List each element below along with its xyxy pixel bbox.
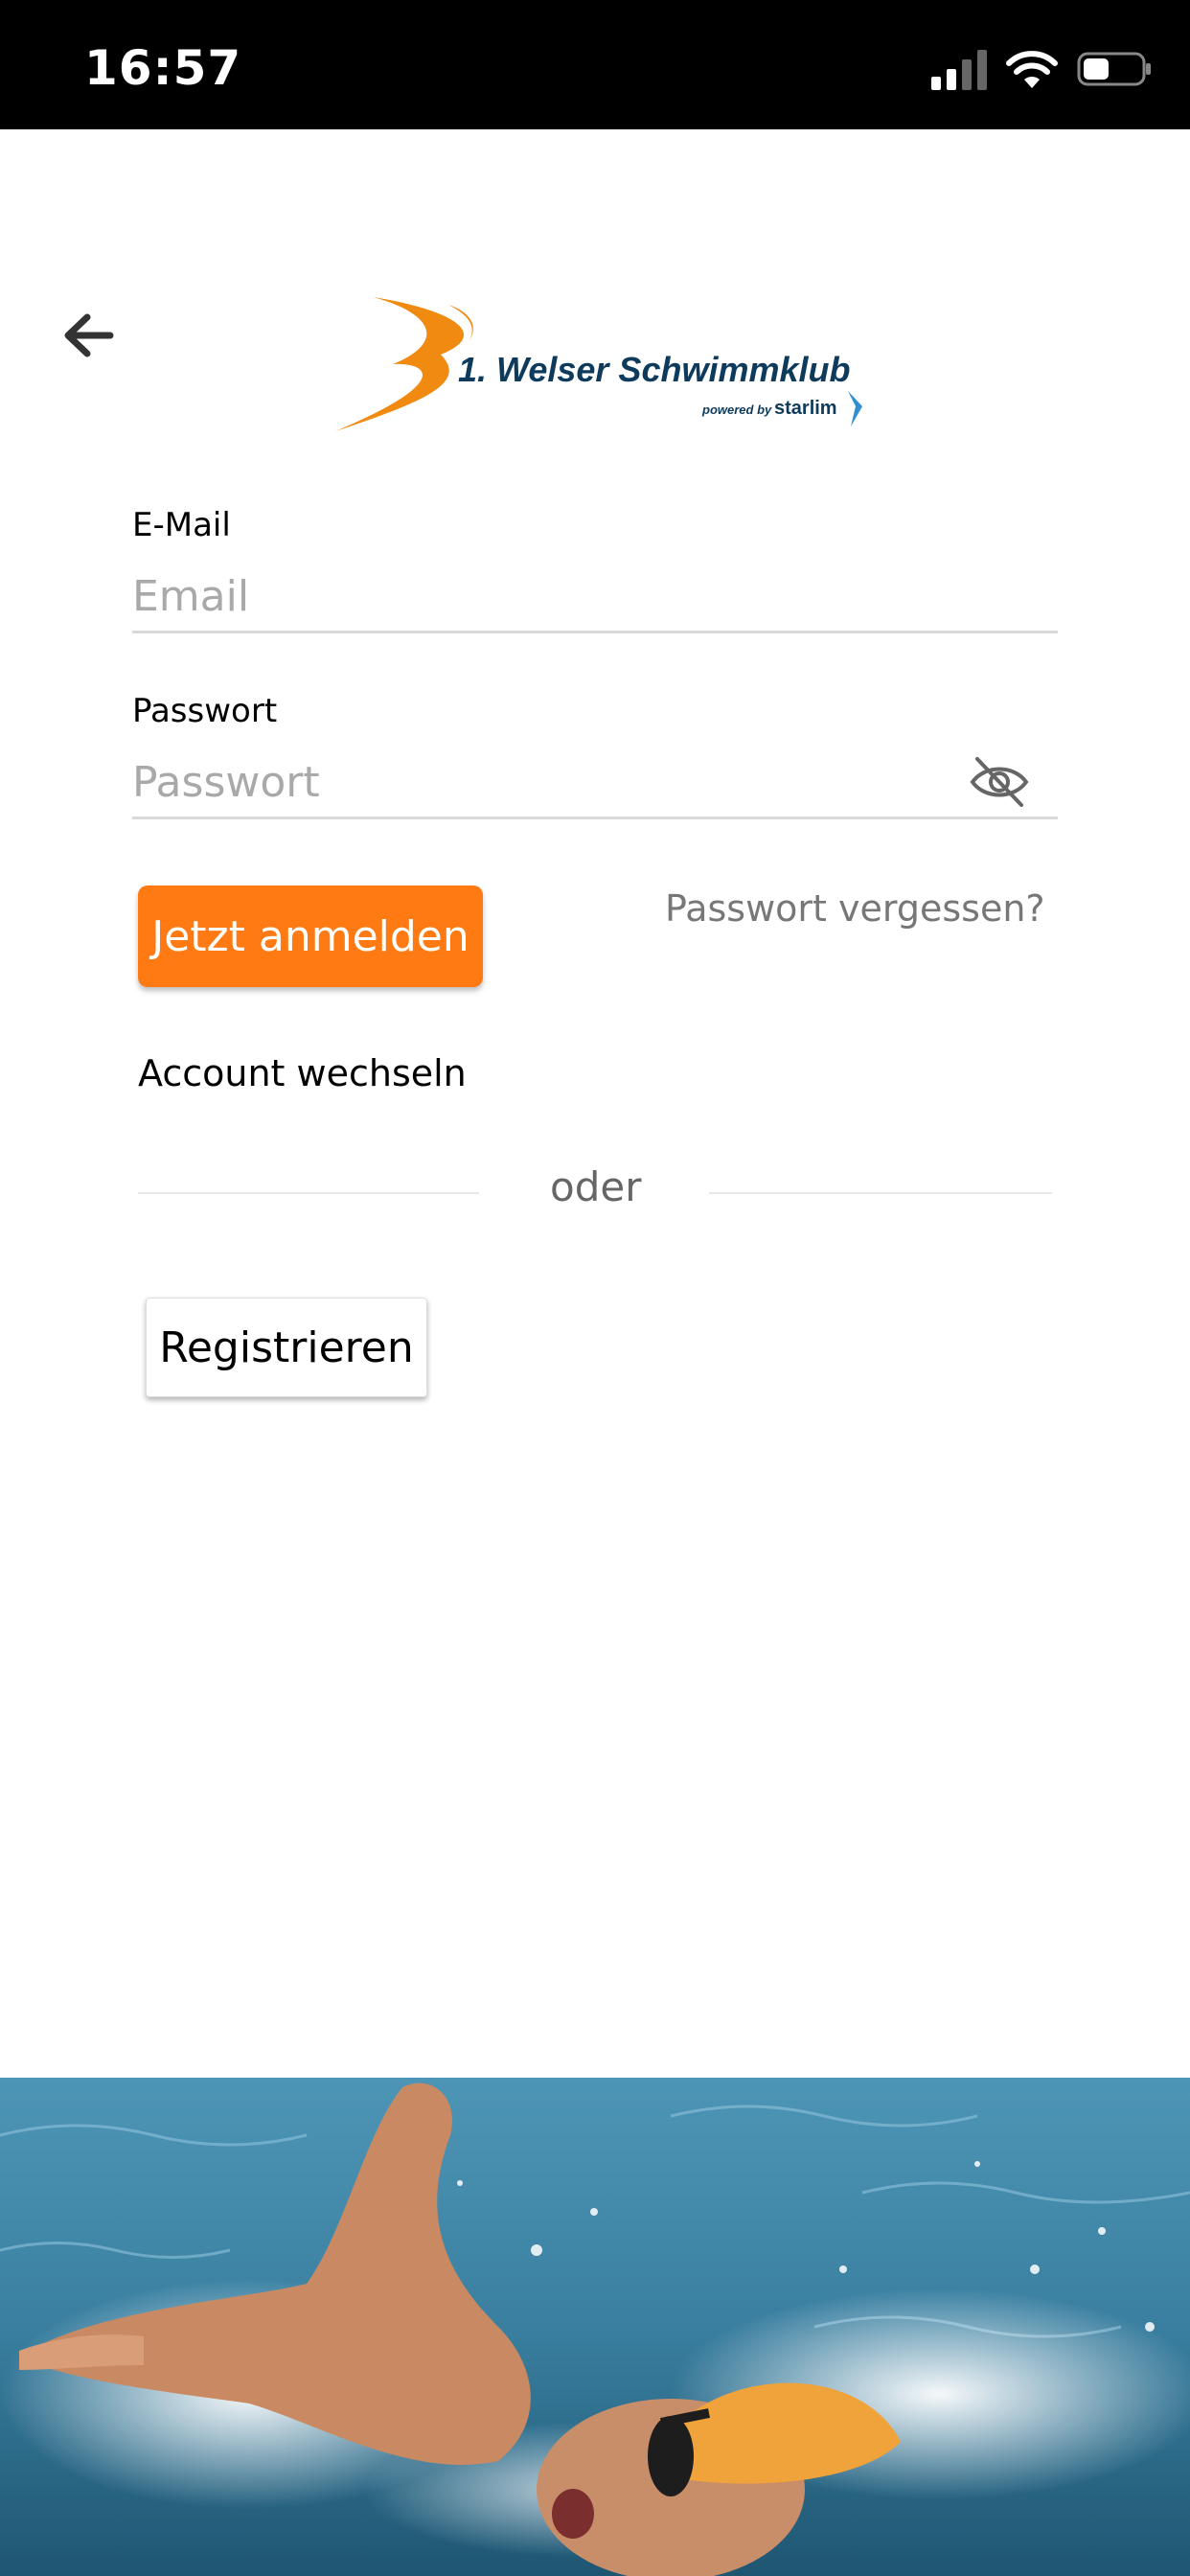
arrow-left-icon (64, 313, 114, 357)
status-bar: 16:57 (0, 0, 1190, 129)
forgot-password-link[interactable]: Passwort vergessen? (665, 887, 1045, 930)
divider-label: oder (550, 1163, 642, 1210)
starlim-chevron-icon (848, 391, 862, 426)
logo-powered-brand: starlim (774, 398, 837, 419)
divider-line-left (138, 1192, 479, 1194)
register-button[interactable]: Registrieren (146, 1298, 427, 1397)
divider-line-right (709, 1192, 1052, 1194)
club-logo: 1. Welser Schwimmklub powered by starlim (335, 297, 862, 431)
password-field[interactable] (132, 748, 1058, 819)
hero-swimmer-image (0, 2078, 1190, 2576)
switch-account-link[interactable]: Account wechseln (138, 1052, 467, 1094)
email-label: E-Mail (132, 506, 231, 544)
password-visibility-toggle[interactable] (968, 753, 1031, 811)
logo-title: 1. Welser Schwimmklub (458, 350, 850, 389)
status-time: 16:57 (84, 40, 242, 96)
wifi-icon (1006, 51, 1058, 88)
swimmer-illustration (0, 2078, 1190, 2576)
email-field[interactable] (132, 562, 1058, 633)
logo-powered-prefix: powered by (701, 402, 772, 417)
password-label: Passwort (132, 692, 278, 730)
eye-slash-icon (970, 757, 1029, 807)
back-button[interactable] (57, 305, 119, 366)
battery-icon (1077, 52, 1151, 86)
login-button[interactable]: Jetzt anmelden (138, 886, 483, 987)
signal-icon (931, 50, 987, 90)
